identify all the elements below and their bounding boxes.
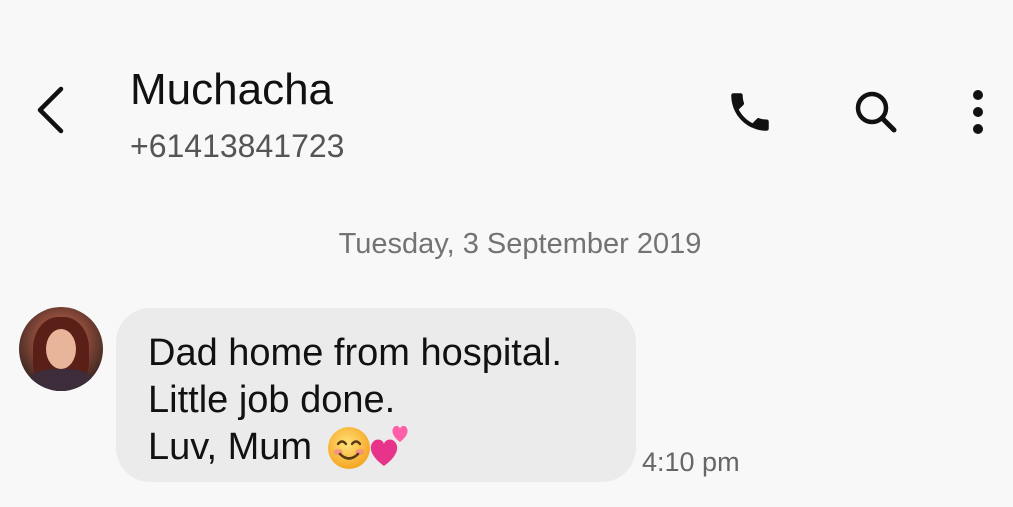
message-line-with-emoji: Luv, Mum (148, 424, 606, 471)
message-line: Little job done. (148, 379, 396, 421)
contact-name: Muchacha (130, 65, 334, 114)
avatar-face (46, 329, 76, 369)
avatar-shirt (29, 369, 93, 391)
date-divider: Tuesday, 3 September 2019 (338, 228, 702, 260)
more-vertical-icon (973, 90, 983, 134)
phone-icon (731, 93, 769, 131)
search-icon (855, 91, 897, 133)
conversation-screen: Muchacha +61413841723 Tuesday, 3 Septemb… (0, 0, 1013, 507)
smiling-face-emoji-icon (328, 426, 371, 469)
conversation-header: Muchacha +61413841723 (0, 0, 1013, 190)
two-hearts-emoji-icon (370, 425, 408, 466)
message-line: Luv, Mum (148, 426, 313, 468)
back-button[interactable] (22, 82, 78, 138)
emoji-group (326, 425, 410, 470)
contact-number: +61413841723 (130, 128, 345, 164)
message-timestamp: 4:10 pm (642, 447, 740, 477)
contact-avatar[interactable] (19, 307, 103, 391)
call-button[interactable] (722, 84, 778, 140)
message-bubble[interactable]: Dad home from hospital. Little job done.… (116, 308, 636, 482)
chevron-left-icon (37, 86, 64, 134)
more-options-button[interactable] (950, 84, 1006, 140)
search-button[interactable] (848, 84, 904, 140)
message-line: Dad home from hospital. (148, 332, 562, 374)
